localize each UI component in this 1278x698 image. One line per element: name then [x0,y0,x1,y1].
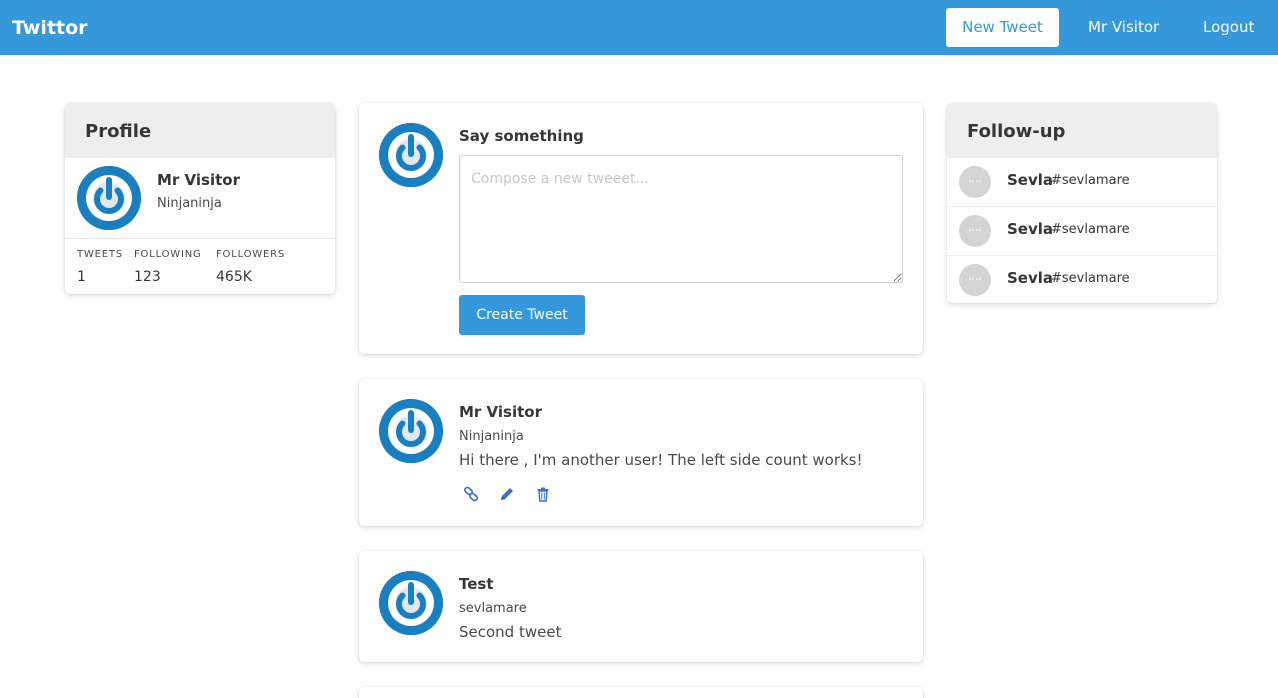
tweet-avatar [379,399,443,463]
tweet-textarea[interactable] [459,155,903,283]
trash-icon[interactable] [535,486,551,502]
stat-tweets-label: TWEETS [77,249,123,260]
follow-item[interactable]: Sevla #sevlamare [947,256,1217,303]
avatar [959,166,991,198]
power-icon [379,571,443,635]
tweet-handle: sevlamare [459,601,527,616]
stat-tweets-value: 1 [77,269,86,285]
follow-tag: #sevlamare [1051,173,1130,188]
avatar [959,264,991,296]
create-tweet-button[interactable]: Create Tweet [459,295,585,335]
profile-handle: Ninjaninja [157,196,222,211]
new-tweet-button[interactable]: New Tweet [946,8,1059,47]
tweet-author[interactable]: Test [459,574,494,594]
logout-link[interactable]: Logout [1203,17,1254,37]
tweet-author[interactable]: Mr Visitor [459,402,542,422]
stat-following-label: FOLLOWING [134,249,202,260]
compose-title: Say something [459,127,584,145]
follow-tag: #sevlamare [1051,222,1130,237]
follow-up-header: Follow-up [947,103,1217,158]
follow-item[interactable]: Sevla #sevlamare [947,207,1217,256]
tweet-text: Second tweet [459,623,562,641]
avatar [959,215,991,247]
power-icon [379,399,443,463]
compose-card: Say something Create Tweet [359,103,923,354]
tweet-avatar [379,571,443,635]
tweet-card [359,687,923,698]
tweet-handle: Ninjaninja [459,429,524,444]
follow-up-card: Follow-up Sevla #sevlamare Sevla #sevlam… [947,103,1217,303]
power-icon [77,166,141,230]
navbar: Twittor New Tweet Mr Visitor Logout [0,0,1278,55]
tweet-card: Test sevlamare Second tweet [359,551,923,662]
stat-followers-value: 465K [216,269,252,285]
profile-card: Profile Mr Visitor Ninjaninja TWEETS 1 F… [65,103,335,294]
stat-following-value: 123 [134,269,161,285]
link-icon[interactable] [463,486,479,502]
power-icon [379,123,443,187]
nav-user-link[interactable]: Mr Visitor [1088,17,1159,37]
follow-item[interactable]: Sevla #sevlamare [947,158,1217,207]
edit-icon[interactable] [499,486,515,502]
stat-followers-label: FOLLOWERS [216,249,285,260]
profile-divider [65,238,335,239]
tweet-card: Mr Visitor Ninjaninja Hi there , I'm ano… [359,379,923,526]
follow-name[interactable]: Sevla [1007,219,1053,239]
compose-avatar [379,123,443,187]
follow-tag: #sevlamare [1051,271,1130,286]
profile-name[interactable]: Mr Visitor [157,170,240,190]
tweet-text: Hi there , I'm another user! The left si… [459,451,863,469]
follow-name[interactable]: Sevla [1007,268,1053,288]
follow-name[interactable]: Sevla [1007,170,1053,190]
profile-header: Profile [65,103,335,158]
brand-logo[interactable]: Twittor [12,16,88,40]
profile-avatar [77,166,141,230]
